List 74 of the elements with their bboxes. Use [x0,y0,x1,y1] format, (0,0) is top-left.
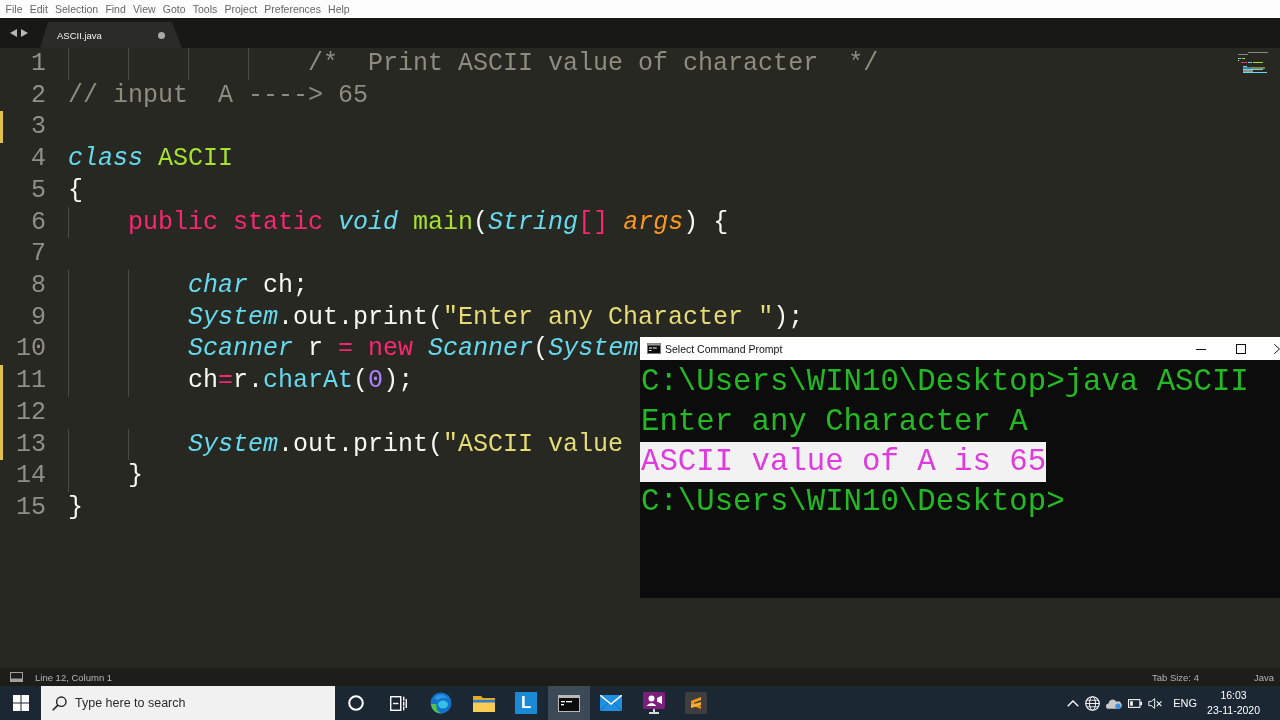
line-number: 15 [15,492,46,524]
taskbar-app-button[interactable]: L [505,686,548,720]
close-icon[interactable] [1274,343,1280,354]
line-number: 3 [30,111,46,144]
terminal-line: Enter any Character A [640,403,1028,441]
code-line: } [128,460,144,493]
speaker-muted-icon[interactable] [1148,697,1164,709]
menu-item[interactable]: Tools [189,1,221,17]
right-arrow-icon[interactable] [21,29,28,37]
code-line: System.out.print("Enter any Character "); [188,301,804,334]
code-line: System.out.print("ASCII value [188,428,624,461]
terminal-line: C:\Users\WIN10\Desktop>java ASCII [640,363,1249,401]
terminal-line: C:\Users\WIN10\Desktop> [640,483,1065,521]
clock-time[interactable]: 16:03 [1220,688,1247,703]
syntax-indicator[interactable]: Java [1253,671,1274,683]
menu-item[interactable]: Preferences [260,1,325,17]
menu-item[interactable]: Project [220,1,261,17]
menu-item[interactable]: Edit [26,1,52,17]
menu-item[interactable]: View [129,1,160,17]
maximize-icon[interactable] [1236,343,1246,354]
code-line: // input A ----> 65 [68,79,369,112]
line-number: 7 [30,238,46,271]
line-number: 10 [15,333,46,366]
task-view-icon [390,695,408,711]
video-app-icon [642,692,665,714]
menu-item[interactable]: File [2,1,27,17]
cloud-icon[interactable] [1106,697,1123,709]
line-number: 5 [30,174,46,207]
globe-icon[interactable] [1085,695,1101,711]
taskbar-app-button[interactable] [547,686,590,720]
language-indicator[interactable]: ENG [1173,697,1198,709]
minimize-icon[interactable] [1196,348,1206,350]
line-number: 13 [15,428,46,461]
chevron-up-icon[interactable] [1067,699,1080,707]
browser-icon [430,692,453,714]
menu-item[interactable]: Help [324,1,354,17]
line-number: 6 [30,206,46,239]
line-number: 4 [30,143,46,175]
line-number: 2 [30,79,46,112]
panel-icon[interactable] [10,672,23,682]
menu-item[interactable]: Find [101,1,130,17]
code-line: { [68,174,83,207]
line-number: 11 [15,365,46,397]
text-editor-icon [685,692,708,714]
terminal-icon [557,694,580,712]
window-title: Select Command Prompt [665,342,783,355]
line-number: 8 [30,270,46,302]
file-tab[interactable]: ASCII.java [40,22,182,48]
terminal-icon [647,343,661,354]
code-line: public static void main(String[] args) { [128,206,729,239]
ring-icon [348,695,365,711]
envelope-icon [600,695,623,711]
line-number: 1 [30,48,46,80]
app-logo-tile: L [515,692,538,714]
windows-logo-icon [12,695,29,711]
battery-icon[interactable] [1128,698,1143,708]
clock-date[interactable]: 23-11-2020 [1207,703,1260,718]
menu-item[interactable]: Selection [51,1,102,17]
code-line: class ASCII [68,143,234,175]
left-arrow-icon[interactable] [10,29,17,37]
code-line: char ch; [188,270,309,302]
menu-item[interactable]: Goto [159,1,190,17]
code-line: ch=r.charAt(0); [188,365,414,397]
search-icon [52,696,67,711]
tab-size-indicator[interactable]: Tab Size: 4 [1151,671,1199,683]
line-number: 12 [15,396,46,429]
code-line: Scanner r = new Scanner(System [188,333,639,366]
code-line: /* Print ASCII value of character */ [308,48,879,80]
cursor-position: Line 12, Column 1 [35,671,113,683]
code-line: } [68,492,83,524]
search-field[interactable]: Type here to search [41,686,335,720]
line-number: 9 [30,301,46,334]
folder-icon [472,694,495,712]
line-number: 14 [15,460,46,493]
